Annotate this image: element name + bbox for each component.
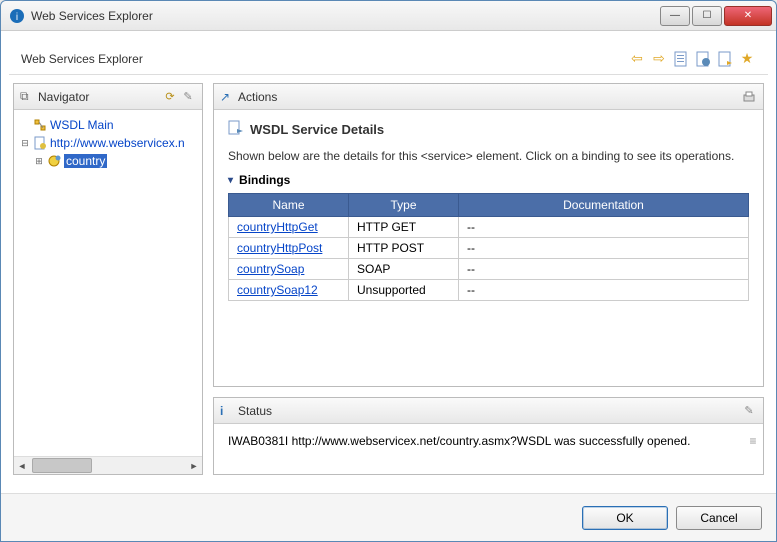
maximize-button[interactable]: ☐ bbox=[692, 6, 722, 26]
binding-link[interactable]: countrySoap12 bbox=[237, 283, 318, 297]
twisty-down-icon[interactable]: ▾ bbox=[228, 175, 233, 186]
tree-url-node[interactable]: ⊟ http://www.webservicex.n bbox=[18, 134, 198, 152]
scroll-left-icon[interactable]: ◄ bbox=[14, 457, 30, 474]
right-column: ↗ Actions WSDL Service Details Shown bel… bbox=[213, 83, 764, 475]
navigator-icon: ⧉ bbox=[20, 89, 34, 104]
explorer-title: Web Services Explorer bbox=[21, 52, 628, 66]
titlebar: i Web Services Explorer — ☐ ✕ bbox=[1, 1, 776, 31]
navigator-header: ⧉ Navigator ⟳ ✎ bbox=[14, 84, 202, 110]
wsdl-page-icon[interactable] bbox=[716, 50, 734, 68]
binding-type: HTTP POST bbox=[349, 238, 459, 259]
status-vscrollbar[interactable]: ≡ bbox=[745, 430, 761, 452]
window-controls: — ☐ ✕ bbox=[660, 6, 772, 26]
binding-doc: -- bbox=[459, 259, 749, 280]
svg-text:i: i bbox=[16, 12, 18, 23]
refresh-icon[interactable]: ⟳ bbox=[162, 89, 178, 105]
nav-back-icon[interactable]: ⇦ bbox=[628, 50, 646, 68]
tree-root[interactable]: WSDL Main bbox=[18, 116, 198, 134]
status-message: IWAB0381I http://www.webservicex.net/cou… bbox=[228, 434, 690, 448]
nav-forward-icon[interactable]: ⇨ bbox=[650, 50, 668, 68]
explorer-header: Web Services Explorer ⇦ ⇨ ★ bbox=[9, 43, 768, 75]
favorites-icon[interactable]: ★ bbox=[738, 50, 756, 68]
tree-url-label[interactable]: http://www.webservicex.n bbox=[50, 136, 185, 150]
tree-selected-label[interactable]: country bbox=[64, 154, 107, 168]
binding-type: Unsupported bbox=[349, 280, 459, 301]
service-details-heading: WSDL Service Details bbox=[228, 120, 749, 139]
binding-doc: -- bbox=[459, 238, 749, 259]
navigator-panel: ⧉ Navigator ⟳ ✎ WSDL Main ⊟ http://www.w… bbox=[13, 83, 203, 475]
ok-button[interactable]: OK bbox=[582, 506, 668, 530]
cancel-button[interactable]: Cancel bbox=[676, 506, 762, 530]
clear-status-icon[interactable]: ✎ bbox=[741, 403, 757, 419]
main-content: ⧉ Navigator ⟳ ✎ WSDL Main ⊟ http://www.w… bbox=[1, 75, 776, 483]
dialog-window: i Web Services Explorer — ☐ ✕ Web Servic… bbox=[0, 0, 777, 542]
close-button[interactable]: ✕ bbox=[724, 6, 772, 26]
status-title: Status bbox=[238, 404, 741, 418]
binding-link[interactable]: countryHttpGet bbox=[237, 220, 318, 234]
service-details-description: Shown below are the details for this <se… bbox=[228, 149, 749, 163]
info-icon: i bbox=[220, 404, 234, 418]
binding-link[interactable]: countryHttpPost bbox=[237, 241, 322, 255]
status-header: i Status ✎ bbox=[214, 398, 763, 424]
bindings-table: Name Type Documentation countryHttpGet H… bbox=[228, 193, 749, 301]
tree-root-label[interactable]: WSDL Main bbox=[50, 118, 114, 132]
tree-root-icon bbox=[32, 118, 48, 132]
binding-doc: -- bbox=[459, 217, 749, 238]
wsdl-doc-icon bbox=[32, 136, 48, 150]
actions-body: WSDL Service Details Shown below are the… bbox=[214, 110, 763, 386]
wsil-page-icon[interactable] bbox=[694, 50, 712, 68]
binding-type: HTTP GET bbox=[349, 217, 459, 238]
service-details-title: WSDL Service Details bbox=[250, 122, 384, 137]
status-body: IWAB0381I http://www.webservicex.net/cou… bbox=[214, 424, 763, 458]
uddi-page-icon[interactable] bbox=[672, 50, 690, 68]
clear-icon[interactable]: ✎ bbox=[180, 89, 196, 105]
table-row: countrySoap12 Unsupported -- bbox=[229, 280, 749, 301]
table-row: countrySoap SOAP -- bbox=[229, 259, 749, 280]
service-icon bbox=[46, 154, 62, 168]
col-name: Name bbox=[229, 194, 349, 217]
navigator-tree[interactable]: WSDL Main ⊟ http://www.webservicex.n ⊞ c… bbox=[14, 110, 202, 456]
binding-type: SOAP bbox=[349, 259, 459, 280]
actions-arrow-icon: ↗ bbox=[220, 90, 234, 104]
actions-title: Actions bbox=[238, 90, 741, 104]
bindings-label: Bindings bbox=[239, 173, 290, 187]
explorer-toolbar: ⇦ ⇨ ★ bbox=[628, 50, 756, 68]
navigator-title: Navigator bbox=[38, 90, 162, 104]
actions-header: ↗ Actions bbox=[214, 84, 763, 110]
table-row: countryHttpGet HTTP GET -- bbox=[229, 217, 749, 238]
minimize-button[interactable]: — bbox=[660, 6, 690, 26]
print-icon[interactable] bbox=[741, 89, 757, 105]
scroll-right-icon[interactable]: ► bbox=[186, 457, 202, 474]
bindings-header[interactable]: ▾ Bindings bbox=[228, 173, 749, 187]
col-doc: Documentation bbox=[459, 194, 749, 217]
binding-doc: -- bbox=[459, 280, 749, 301]
status-panel: i Status ✎ IWAB0381I http://www.webservi… bbox=[213, 397, 764, 475]
tree-collapse-icon[interactable]: ⊟ bbox=[18, 138, 32, 149]
tree-service-node[interactable]: ⊞ country bbox=[18, 152, 198, 170]
col-type: Type bbox=[349, 194, 459, 217]
scroll-thumb[interactable] bbox=[32, 458, 92, 473]
binding-link[interactable]: countrySoap bbox=[237, 262, 304, 276]
navigator-hscrollbar[interactable]: ◄ ► bbox=[14, 456, 202, 474]
app-icon: i bbox=[9, 8, 25, 24]
service-details-icon bbox=[228, 120, 244, 139]
window-title: Web Services Explorer bbox=[31, 9, 660, 23]
dialog-footer: OK Cancel bbox=[1, 493, 776, 541]
table-row: countryHttpPost HTTP POST -- bbox=[229, 238, 749, 259]
tree-expand-icon[interactable]: ⊞ bbox=[32, 156, 46, 167]
actions-panel: ↗ Actions WSDL Service Details Shown bel… bbox=[213, 83, 764, 387]
